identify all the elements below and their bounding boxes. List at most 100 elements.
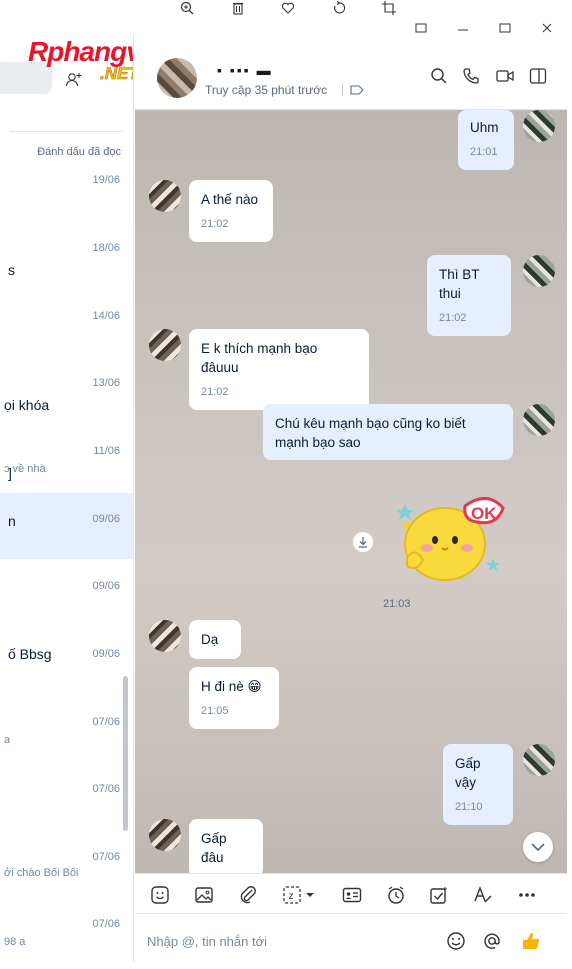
conversation-item[interactable]: 07/06 ởi chào Bối Bối: [0, 843, 133, 909]
message-text: Gấp đâu: [201, 831, 227, 865]
message-bubble-incoming[interactable]: Dạ: [189, 620, 241, 659]
message-time: 21:01: [470, 146, 498, 158]
message-text: H đi nè 😁: [201, 679, 262, 694]
video-call-icon[interactable]: [495, 66, 515, 86]
message-time: 21:10: [455, 801, 483, 813]
message-text: Uhm: [470, 120, 499, 135]
avatar[interactable]: [149, 329, 181, 361]
conversation-item[interactable]: 07/06 a: [0, 708, 133, 774]
conversation-date: 14/06: [92, 310, 120, 322]
image-icon[interactable]: [193, 884, 215, 906]
search-icon[interactable]: [429, 66, 449, 86]
conversation-date: 13/06: [92, 377, 120, 389]
conversation-item[interactable]: 07/06 98 ạ: [0, 910, 133, 962]
more-icon[interactable]: [516, 884, 538, 906]
avatar[interactable]: [523, 255, 555, 287]
mark-all-read-link[interactable]: Đánh dấu đã đọc: [37, 146, 121, 158]
tag-icon[interactable]: [349, 82, 365, 98]
conversation-date: 19/06: [92, 174, 120, 186]
thumbs-up-icon[interactable]: [520, 930, 542, 952]
conversation-preview: ɔ về nhà: [4, 463, 46, 475]
mention-icon[interactable]: [481, 930, 503, 952]
conversation-item[interactable]: 19/06: [0, 166, 133, 232]
sidebar-toggle-icon[interactable]: [528, 66, 548, 86]
crop-icon[interactable]: [381, 0, 397, 16]
window-edge: [567, 0, 572, 969]
conversation-name: s: [8, 262, 15, 278]
minimize-to-tray-icon[interactable]: [414, 20, 434, 38]
divider: [342, 84, 343, 96]
sticker-icon[interactable]: [149, 884, 171, 906]
conversation-preview: a: [4, 734, 11, 746]
conversation-item[interactable]: 14/06: [0, 302, 133, 368]
message-text: Chú kêu mạnh bạo cũng ko biết mạnh bạo s…: [275, 416, 466, 450]
conversation-item-active[interactable]: 09/06 n: [0, 493, 133, 559]
reminder-icon[interactable]: [385, 884, 407, 906]
close-icon[interactable]: [540, 20, 560, 38]
conversation-item[interactable]: 13/06 ọi khóa: [0, 369, 133, 435]
maximize-icon[interactable]: [498, 20, 518, 38]
conversation-date: 07/06: [92, 716, 120, 728]
message-time: 21:05: [201, 705, 229, 717]
conversation-date: 11/06: [93, 445, 120, 457]
message-bubble-incoming[interactable]: A thế nào 21:02: [189, 180, 273, 242]
image-viewer-toolbar: [0, 0, 572, 18]
conversation-item[interactable]: 09/06: [0, 572, 133, 638]
emoji-icon[interactable]: [445, 930, 467, 952]
avatar[interactable]: [523, 404, 555, 436]
phone-icon[interactable]: [461, 66, 481, 86]
avatar[interactable]: [523, 110, 555, 142]
message-composer: [135, 913, 567, 963]
scroll-to-bottom-button[interactable]: [523, 832, 553, 862]
svg-text:z: z: [289, 891, 294, 902]
last-seen-status: Truy cập 35 phút trước: [205, 83, 328, 97]
message-list[interactable]: Uhm 21:01 A thế nào 21:02 Thì BT thui 21…: [135, 110, 567, 873]
message-bubble-outgoing[interactable]: Gấp vậy 21:10: [443, 744, 513, 825]
rotate-icon[interactable]: [331, 0, 347, 16]
message-text: Thì BT thui: [439, 267, 480, 301]
conversation-list-pane: Rphangvn .NET Đánh dấu đã đọc 19/06 18/0…: [0, 34, 134, 962]
avatar[interactable]: [157, 58, 197, 98]
screenshot-icon[interactable]: z: [281, 884, 321, 906]
contact-name[interactable]: ▪ ▪▪▪ ▬: [217, 62, 273, 78]
logo-subtext: .NET: [100, 64, 133, 84]
message-bubble-outgoing[interactable]: Uhm 21:01: [458, 110, 514, 170]
conversation-preview: ởi chào Bối Bối: [4, 867, 79, 879]
message-time: 21:02: [201, 218, 229, 230]
message-bubble-incoming[interactable]: Gấp đâu: [189, 819, 263, 873]
minimize-icon[interactable]: [456, 20, 476, 38]
sticker-label: OK: [471, 504, 497, 523]
message-bubble-outgoing[interactable]: Chú kêu mạnh bạo cũng ko biết mạnh bạo s…: [263, 404, 513, 460]
attachment-icon[interactable]: [237, 884, 259, 906]
format-text-icon[interactable]: [472, 884, 494, 906]
avatar[interactable]: [523, 744, 555, 776]
avatar[interactable]: [149, 819, 181, 851]
conversation-item[interactable]: 18/06 s: [0, 234, 133, 300]
zoom-in-icon[interactable]: [179, 0, 195, 16]
conversation-item[interactable]: 09/06 ố Bbsg: [0, 640, 133, 706]
scrollbar[interactable]: [123, 676, 128, 831]
conversation-date: 09/06: [92, 513, 120, 525]
message-bubble-incoming[interactable]: H đi nè 😁 21:05: [189, 667, 279, 729]
chat-header: ▪ ▪▪▪ ▬ Truy cập 35 phút trước: [135, 38, 567, 110]
conversation-item[interactable]: 07/06: [0, 775, 133, 841]
conversation-date: 09/06: [92, 648, 120, 660]
message-bubble-outgoing[interactable]: Thì BT thui 21:02: [427, 255, 511, 336]
task-icon[interactable]: [428, 884, 450, 906]
trash-icon[interactable]: [230, 0, 246, 16]
heart-icon[interactable]: [280, 0, 296, 16]
conversation-preview: 98 ạ: [4, 936, 26, 948]
conversation-date: 18/06: [92, 242, 120, 254]
contact-card-icon[interactable]: [341, 884, 363, 906]
ok-sticker[interactable]: OK: [393, 486, 505, 586]
conversation-date: 09/06: [92, 580, 120, 592]
conversation-date: 07/06: [92, 918, 120, 930]
watermark-logo: Rphangvn .NET: [28, 34, 133, 94]
message-bubble-incoming[interactable]: E k thích mạnh bạo đâuuu 21:02: [189, 329, 369, 410]
message-text: E k thích mạnh bạo đâuuu: [201, 341, 318, 375]
avatar[interactable]: [149, 620, 181, 652]
conversation-name: n: [8, 513, 16, 529]
message-input[interactable]: [147, 930, 437, 952]
avatar[interactable]: [149, 180, 181, 212]
download-icon[interactable]: [353, 532, 373, 552]
